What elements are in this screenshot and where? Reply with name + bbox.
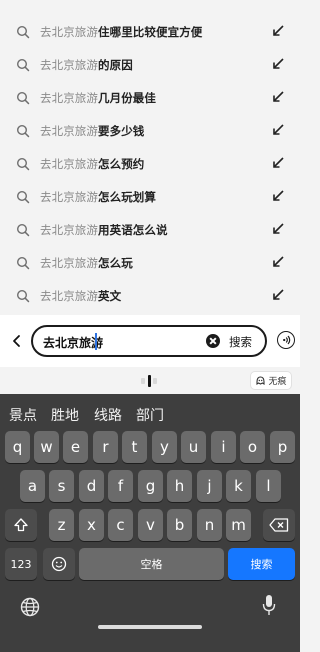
suggestion-text: 去北京旅游的原因 — [40, 57, 133, 72]
key-z[interactable]: z — [49, 509, 74, 541]
key-p[interactable]: p — [270, 431, 295, 463]
key-b[interactable]: b — [167, 509, 192, 541]
keyboard-toolbar: 无痕 — [0, 367, 300, 394]
search-submit-button[interactable]: 搜索 — [229, 334, 252, 350]
fill-query-arrow-icon[interactable] — [272, 190, 284, 202]
fill-query-arrow-icon[interactable] — [272, 256, 284, 268]
suggestion-text: 去北京旅游要多少钱 — [40, 123, 145, 138]
key-f[interactable]: f — [108, 470, 133, 502]
search-icon — [16, 58, 30, 72]
search-bar-row: 去北京旅游 搜索 — [0, 315, 300, 367]
candidate-word[interactable]: 景点 — [9, 405, 37, 425]
incognito-label: 无痕 — [268, 377, 287, 387]
fill-query-arrow-icon[interactable] — [272, 91, 284, 103]
key-t[interactable]: t — [122, 431, 147, 463]
key-q[interactable]: q — [5, 431, 30, 463]
home-indicator[interactable] — [98, 625, 202, 629]
suggestion-item[interactable]: 去北京旅游住哪里比较便宜方便 — [0, 15, 300, 48]
shift-icon — [14, 518, 28, 532]
key-r[interactable]: r — [93, 431, 118, 463]
search-input-value: 去北京旅游 — [43, 336, 104, 350]
key-l[interactable]: l — [256, 470, 281, 502]
incognito-toggle[interactable]: 无痕 — [250, 371, 292, 390]
search-input[interactable]: 去北京旅游 搜索 — [31, 325, 267, 357]
incognito-icon — [256, 376, 266, 386]
emoji-icon — [51, 556, 67, 572]
key-x[interactable]: x — [79, 509, 104, 541]
back-chevron-icon[interactable] — [10, 333, 24, 349]
suggestion-text: 去北京旅游几月份最佳 — [40, 90, 156, 105]
cursor-control-handle[interactable] — [141, 375, 157, 387]
numbers-key[interactable]: 123 — [5, 548, 37, 580]
suggestion-text: 去北京旅游英文 — [40, 288, 122, 303]
fill-query-arrow-icon[interactable] — [272, 223, 284, 235]
space-key[interactable]: 空格 — [79, 548, 224, 580]
backspace-key[interactable] — [263, 509, 295, 541]
key-n[interactable]: n — [197, 509, 222, 541]
clear-input-icon[interactable] — [206, 334, 220, 348]
fill-query-arrow-icon[interactable] — [272, 289, 284, 301]
voice-read-icon[interactable] — [277, 331, 295, 349]
key-h[interactable]: h — [167, 470, 192, 502]
suggestion-text: 去北京旅游怎么预约 — [40, 156, 145, 171]
key-g[interactable]: g — [138, 470, 163, 502]
backspace-icon — [269, 518, 289, 532]
key-s[interactable]: s — [49, 470, 74, 502]
key-d[interactable]: d — [79, 470, 104, 502]
key-e[interactable]: e — [63, 431, 88, 463]
suggestion-item[interactable]: 去北京旅游怎么玩 — [0, 246, 300, 279]
key-i[interactable]: i — [211, 431, 236, 463]
key-o[interactable]: o — [240, 431, 265, 463]
suggestion-item[interactable]: 去北京旅游怎么预约 — [0, 147, 300, 180]
fill-query-arrow-icon[interactable] — [272, 124, 284, 136]
search-icon — [16, 91, 30, 105]
key-w[interactable]: w — [34, 431, 59, 463]
key-u[interactable]: u — [181, 431, 206, 463]
key-k[interactable]: k — [226, 470, 251, 502]
search-icon — [16, 256, 30, 270]
fill-query-arrow-icon[interactable] — [272, 157, 284, 169]
fill-query-arrow-icon[interactable] — [272, 25, 284, 37]
key-v[interactable]: v — [138, 509, 163, 541]
microphone-icon[interactable] — [262, 594, 276, 616]
key-a[interactable]: a — [20, 470, 45, 502]
key-y[interactable]: y — [152, 431, 177, 463]
key-j[interactable]: j — [197, 470, 222, 502]
keyboard: 景点 胜地 线路 部门 q w e r t y u i o p a s d f … — [0, 394, 300, 652]
search-icon — [16, 124, 30, 138]
suggestion-item[interactable]: 去北京旅游用英语怎么说 — [0, 213, 300, 246]
suggestion-item[interactable]: 去北京旅游的原因 — [0, 48, 300, 81]
suggestion-item[interactable]: 去北京旅游英文 — [0, 279, 300, 312]
suggestion-text: 去北京旅游怎么玩 — [40, 255, 133, 270]
key-c[interactable]: c — [108, 509, 133, 541]
globe-icon[interactable] — [20, 597, 40, 617]
candidate-word[interactable]: 部门 — [136, 405, 164, 425]
suggestion-item[interactable]: 去北京旅游要多少钱 — [0, 114, 300, 147]
emoji-key[interactable] — [43, 548, 75, 580]
search-icon — [16, 25, 30, 39]
shift-key[interactable] — [5, 509, 37, 541]
suggestion-list: 去北京旅游住哪里比较便宜方便 去北京旅游的原因 去北京旅游几月份最佳 去北京旅游… — [0, 0, 300, 315]
search-icon — [16, 289, 30, 303]
suggestion-item[interactable]: 去北京旅游怎么玩划算 — [0, 180, 300, 213]
search-icon — [16, 157, 30, 171]
key-m[interactable]: m — [226, 509, 251, 541]
return-search-key[interactable]: 搜索 — [228, 548, 295, 580]
candidate-word[interactable]: 胜地 — [51, 405, 79, 425]
suggestion-text: 去北京旅游怎么玩划算 — [40, 189, 156, 204]
text-caret — [95, 333, 97, 350]
search-icon — [16, 190, 30, 204]
suggestion-item[interactable]: 去北京旅游几月份最佳 — [0, 81, 300, 114]
search-icon — [16, 223, 30, 237]
suggestion-text: 去北京旅游用英语怎么说 — [40, 222, 168, 237]
fill-query-arrow-icon[interactable] — [272, 58, 284, 70]
suggestion-text: 去北京旅游住哪里比较便宜方便 — [40, 24, 203, 39]
candidate-word[interactable]: 线路 — [94, 405, 122, 425]
